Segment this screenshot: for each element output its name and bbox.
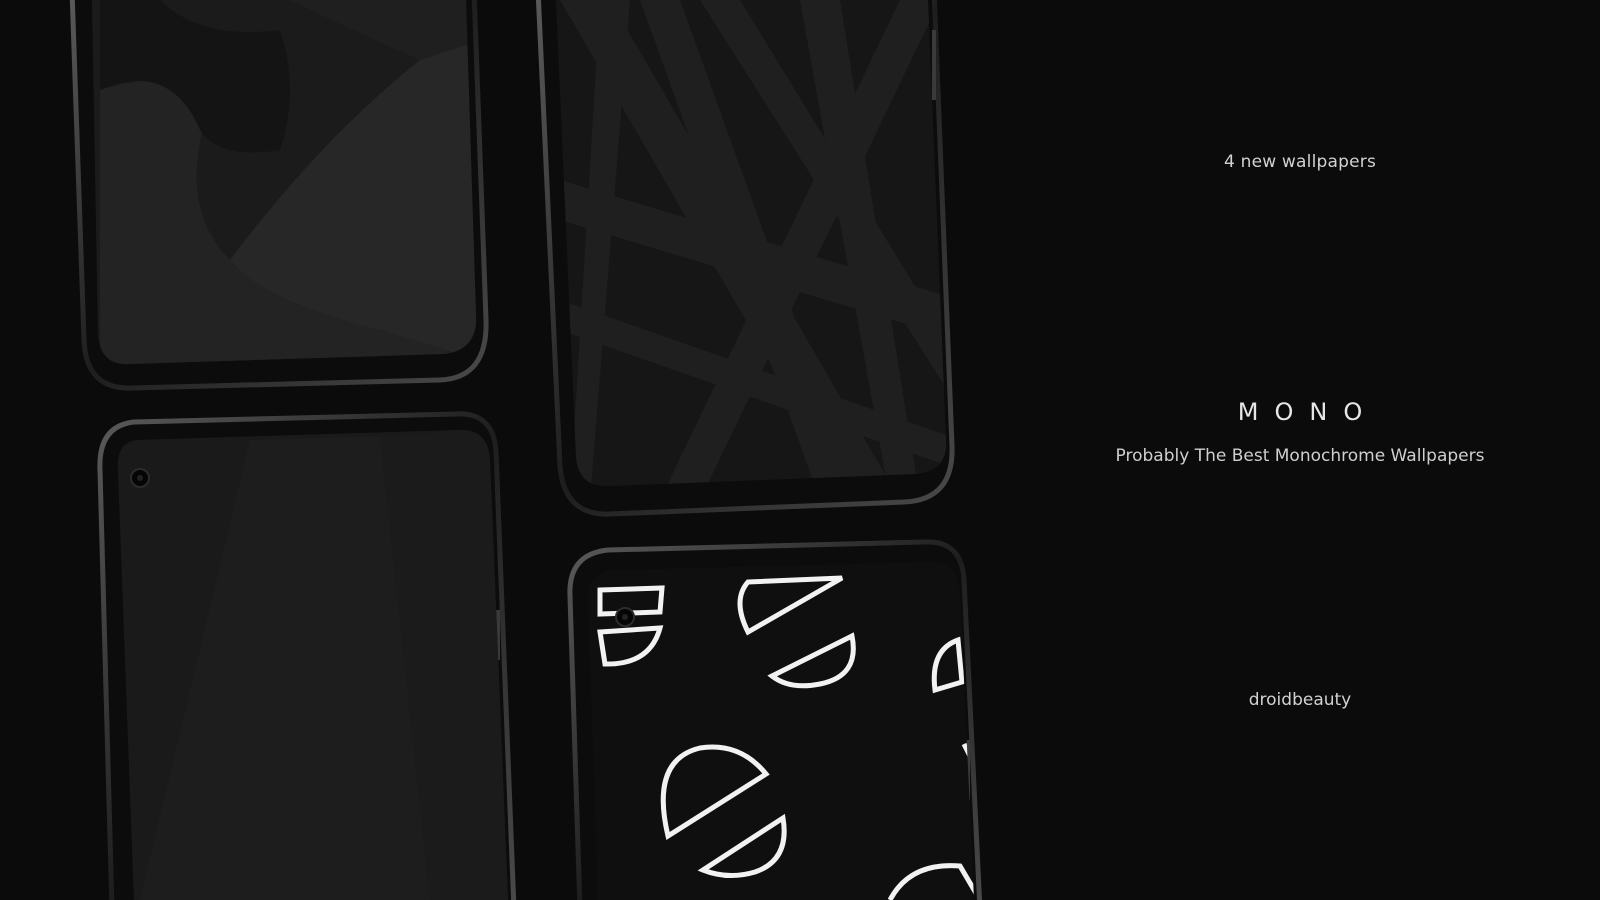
author-name: droidbeauty — [1248, 690, 1352, 710]
wallpaper-diagonal-gradient — [117, 429, 508, 900]
wallpaper-crossing-lines — [556, 0, 947, 487]
showcase-stage: 4 new wallpapers MONO Probably The Best … — [0, 0, 1600, 900]
phone-bottom-left — [97, 411, 517, 900]
info-panel: 4 new wallpapers MONO Probably The Best … — [1000, 0, 1600, 900]
brand-title: MONO — [1237, 398, 1379, 426]
tagline: Probably The Best Monochrome Wallpapers — [1115, 446, 1485, 466]
phone-top-right — [535, 0, 955, 517]
phone-top-left — [69, 0, 489, 391]
wallpaper-count: 4 new wallpapers — [1223, 152, 1377, 172]
phone-mockups — [69, 0, 983, 900]
wallpaper-abstract-waves — [92, 0, 477, 365]
phone-bottom-right — [567, 539, 983, 900]
